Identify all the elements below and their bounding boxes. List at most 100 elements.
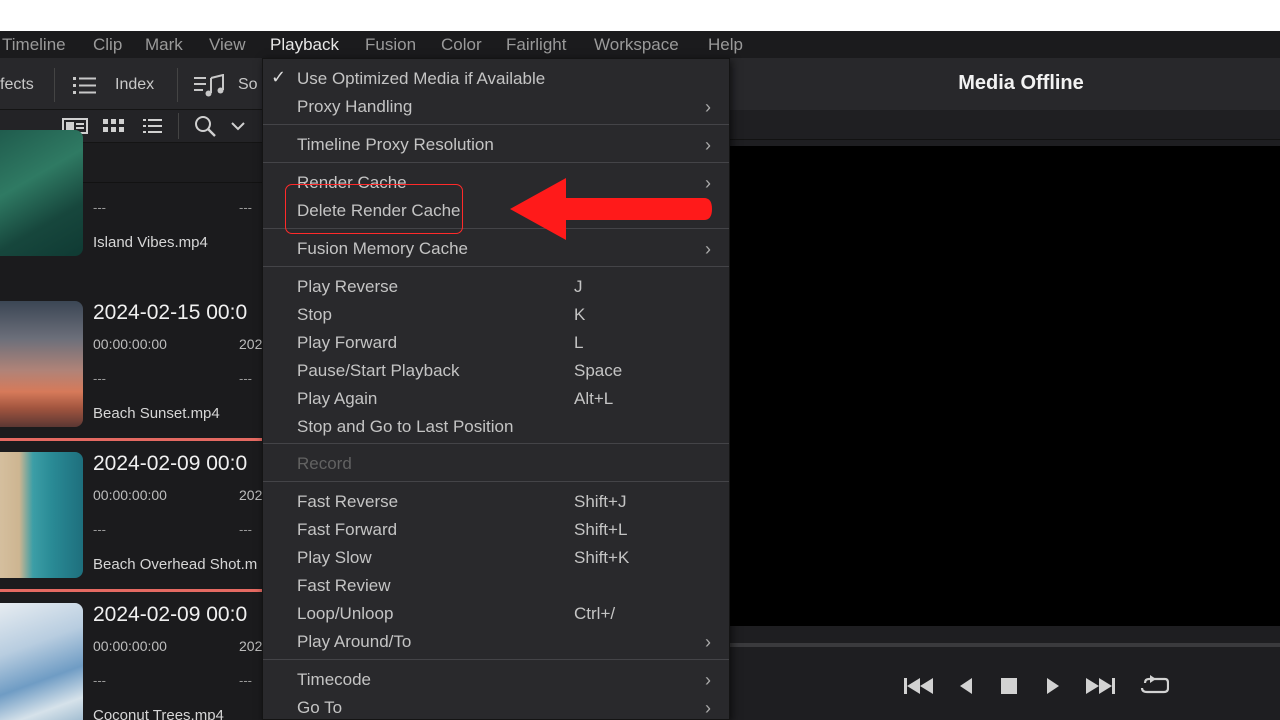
menu-item-shortcut: Ctrl+/ [574, 604, 615, 624]
menu-item-label: Timecode [297, 670, 371, 690]
viewer-header: Media Offline [730, 58, 1280, 110]
menu-fusion[interactable]: Fusion [365, 35, 416, 55]
clip-thumbnail [0, 130, 83, 256]
list-item[interactable]: 2024-02-09 00:0 00:00:00:00 202 --- --- … [0, 603, 262, 720]
menu-item-label: Proxy Handling [297, 97, 412, 117]
menu-item-play-again[interactable]: Play Again Alt+L [263, 385, 729, 413]
submenu-arrow-icon: › [705, 97, 711, 118]
menu-item-record: Record [263, 450, 729, 478]
menu-item-timecode[interactable]: Timecode › [263, 666, 729, 694]
menu-color[interactable]: Color [441, 35, 482, 55]
menu-item-label: Stop and Go to Last Position [297, 417, 513, 437]
skip-to-end-icon[interactable] [1085, 677, 1115, 695]
index-button[interactable]: Index [115, 76, 154, 94]
viewer-scrubber[interactable] [730, 643, 1280, 647]
clip-thumbnail [0, 301, 83, 427]
loop-icon[interactable] [1139, 675, 1169, 697]
submenu-arrow-icon: › [705, 239, 711, 260]
menubar: Timeline Clip Mark View Playback Fusion … [0, 31, 1280, 58]
menu-mark[interactable]: Mark [145, 35, 183, 55]
clip-date-short: 202 [239, 638, 262, 654]
step-back-icon[interactable] [959, 677, 973, 695]
submenu-arrow-icon: › [705, 632, 711, 653]
menu-item-stop[interactable]: Stop K [263, 301, 729, 329]
clip-date-short: 202 [239, 487, 262, 503]
menu-divider [263, 659, 729, 660]
menu-item-shortcut: Shift+L [574, 520, 627, 540]
menu-fairlight[interactable]: Fairlight [506, 35, 566, 55]
clip-thumbnail [0, 603, 83, 720]
clip-timecode: 00:00:00:00 [93, 487, 167, 503]
list-item[interactable]: 2024-02-15 00:0 00:00:00:00 202 --- --- … [0, 301, 262, 451]
clip-filename: Beach Overhead Shot.m [93, 556, 257, 573]
menu-item-stop-and-go-to-last-position[interactable]: Stop and Go to Last Position [263, 413, 729, 441]
clip-date: 2024-02-15 00:0 [93, 301, 247, 325]
menu-item-shortcut: Shift+K [574, 548, 629, 568]
menu-playback[interactable]: Playback [270, 35, 339, 55]
clip-dash: --- [93, 673, 106, 688]
menu-divider [263, 443, 729, 444]
menu-workspace[interactable]: Workspace [594, 35, 679, 55]
toolbar-divider [177, 68, 178, 102]
viewer-title: Media Offline [730, 72, 1280, 95]
clip-dash: --- [239, 522, 252, 537]
menu-item-label: Pause/Start Playback [297, 361, 460, 381]
effects-button[interactable]: fects [0, 76, 34, 94]
menu-item-timeline-proxy-resolution[interactable]: Timeline Proxy Resolution › [263, 131, 729, 159]
play-icon[interactable] [1046, 677, 1060, 695]
menu-item-shortcut: Shift+J [574, 492, 626, 512]
menu-item-label: Go To [297, 698, 342, 718]
menu-item-pause-start-playback[interactable]: Pause/Start Playback Space [263, 357, 729, 385]
menu-item-go-to[interactable]: Go To › [263, 694, 729, 720]
menu-item-label: Fast Review [297, 576, 391, 596]
menu-item-label: Play Again [297, 389, 377, 409]
clip-filename: Beach Sunset.mp4 [93, 405, 220, 422]
menu-item-label: Play Around/To [297, 632, 411, 652]
list-item[interactable]: 2024-02-09 00:0 00:00:00:00 202 --- --- … [0, 452, 262, 602]
menu-item-proxy-handling[interactable]: Proxy Handling › [263, 93, 729, 121]
menu-item-label: Record [297, 454, 352, 474]
menu-item-label: Play Forward [297, 333, 397, 353]
clip-dash: --- [93, 371, 106, 386]
menu-item-fast-forward[interactable]: Fast Forward Shift+L [263, 516, 729, 544]
menu-clip[interactable]: Clip [93, 35, 122, 55]
clip-timecode: 00:00:00:00 [93, 638, 167, 654]
menu-item-fast-reverse[interactable]: Fast Reverse Shift+J [263, 488, 729, 516]
menu-item-play-reverse[interactable]: Play Reverse J [263, 273, 729, 301]
menu-divider [263, 124, 729, 125]
annotation-arrow-icon [508, 176, 714, 242]
annotation-highlight-box [285, 184, 463, 234]
menu-help[interactable]: Help [708, 35, 743, 55]
list-icon[interactable] [73, 75, 97, 95]
checkmark-icon: ✓ [271, 67, 286, 88]
menu-item-shortcut: Space [574, 361, 622, 381]
menu-divider [263, 481, 729, 482]
submenu-arrow-icon: › [705, 670, 711, 691]
menu-item-loop-unloop[interactable]: Loop/Unloop Ctrl+/ [263, 600, 729, 628]
skip-to-start-icon[interactable] [904, 677, 934, 695]
playback-menu: ✓ Use Optimized Media if Available Proxy… [262, 58, 730, 720]
menu-item-play-around-to[interactable]: Play Around/To › [263, 628, 729, 656]
media-pool-list: --- --- Island Vibes.mp4 2024-02-15 00:0… [0, 183, 262, 720]
menu-item-shortcut: Alt+L [574, 389, 613, 409]
clip-timecode: 00:00:00:00 [93, 336, 167, 352]
menu-item-fast-review[interactable]: Fast Review [263, 572, 729, 600]
clip-date: 2024-02-09 00:0 [93, 452, 247, 476]
menu-item-label: Play Reverse [297, 277, 398, 297]
menu-item-play-forward[interactable]: Play Forward L [263, 329, 729, 357]
menu-timeline[interactable]: Timeline [2, 35, 66, 55]
menu-item-use-optimized-media[interactable]: ✓ Use Optimized Media if Available [263, 65, 729, 93]
menu-view[interactable]: View [209, 35, 246, 55]
submenu-arrow-icon: › [705, 135, 711, 156]
stop-icon[interactable] [1001, 678, 1017, 694]
sound-library-button[interactable]: So [238, 76, 258, 94]
menu-item-play-slow[interactable]: Play Slow Shift+K [263, 544, 729, 572]
music-list-icon[interactable] [194, 74, 226, 98]
viewer-strip [730, 110, 1280, 140]
menu-item-label: Timeline Proxy Resolution [297, 135, 494, 155]
menu-item-label: Fusion Memory Cache [297, 239, 468, 259]
clip-dash: --- [93, 200, 106, 215]
menu-item-label: Loop/Unloop [297, 604, 393, 624]
clip-dash: --- [239, 371, 252, 386]
list-item[interactable]: --- --- Island Vibes.mp4 [0, 130, 262, 280]
